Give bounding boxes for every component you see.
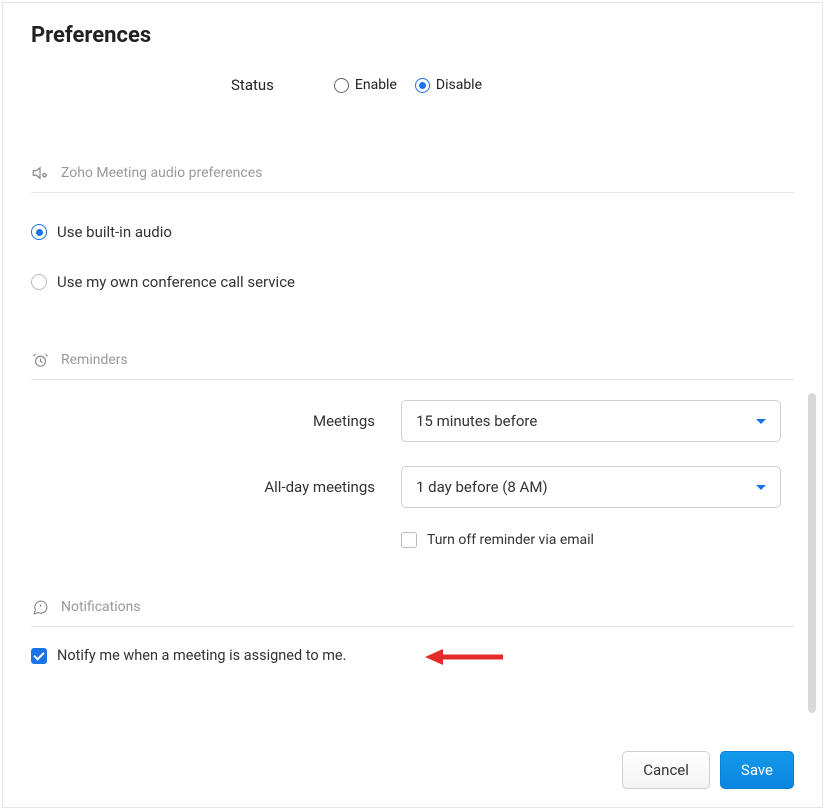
radio-icon: [415, 78, 430, 93]
meetings-reminder-row: Meetings 15 minutes before: [31, 400, 794, 442]
radio-icon: [31, 224, 47, 240]
reminders-section-header: Reminders: [31, 351, 794, 380]
radio-icon: [31, 274, 47, 290]
allday-reminder-row: All-day meetings 1 day before (8 AM): [31, 466, 794, 508]
audio-own-label: Use my own conference call service: [57, 273, 295, 291]
chevron-down-icon: [756, 419, 766, 424]
allday-reminder-value: 1 day before (8 AM): [416, 478, 548, 496]
reminders-section-title: Reminders: [61, 352, 128, 368]
notify-assigned-checkbox[interactable]: [31, 648, 47, 664]
save-button-label: Save: [741, 761, 773, 779]
status-disable-label: Disable: [436, 77, 482, 93]
status-radio-group: Enable Disable: [334, 77, 482, 93]
footer-buttons: Cancel Save: [622, 751, 794, 789]
status-row: Status Enable Disable: [31, 76, 794, 94]
meetings-reminder-dropdown[interactable]: 15 minutes before: [401, 400, 781, 442]
status-disable-radio[interactable]: Disable: [415, 77, 482, 93]
radio-icon: [334, 78, 349, 93]
save-button[interactable]: Save: [720, 751, 794, 789]
notify-assigned-label: Notify me when a meeting is assigned to …: [57, 647, 346, 664]
alarm-clock-icon: [31, 351, 49, 369]
cancel-button-label: Cancel: [643, 761, 689, 779]
turnoff-email-row: Turn off reminder via email: [31, 532, 794, 548]
turnoff-email-label: Turn off reminder via email: [427, 532, 594, 548]
audio-builtin-label: Use built-in audio: [57, 223, 172, 241]
allday-label: All-day meetings: [31, 478, 401, 496]
status-enable-label: Enable: [355, 77, 397, 93]
page-title: Preferences: [31, 23, 794, 48]
meetings-reminder-value: 15 minutes before: [416, 412, 537, 430]
status-label: Status: [231, 76, 274, 94]
annotation-arrow-icon: [425, 647, 505, 667]
reminders-section: Meetings 15 minutes before All-day meeti…: [31, 400, 794, 548]
speech-bubble-icon: [31, 598, 49, 616]
audio-section-header: Zoho Meeting audio preferences: [31, 164, 794, 193]
speaker-settings-icon: [31, 164, 49, 182]
audio-own-radio[interactable]: Use my own conference call service: [31, 263, 794, 301]
audio-builtin-radio[interactable]: Use built-in audio: [31, 213, 794, 251]
audio-section-title: Zoho Meeting audio preferences: [61, 165, 262, 181]
audio-options: Use built-in audio Use my own conference…: [31, 213, 794, 301]
status-enable-radio[interactable]: Enable: [334, 77, 397, 93]
meetings-label: Meetings: [31, 412, 401, 430]
turnoff-email-checkbox[interactable]: [401, 532, 417, 548]
preferences-panel: Preferences Status Enable Disable Zoho M…: [2, 2, 823, 808]
notify-assigned-row: Notify me when a meeting is assigned to …: [31, 647, 794, 664]
chevron-down-icon: [756, 485, 766, 490]
allday-reminder-dropdown[interactable]: 1 day before (8 AM): [401, 466, 781, 508]
notifications-section-title: Notifications: [61, 599, 141, 615]
notifications-section: Notify me when a meeting is assigned to …: [31, 647, 794, 664]
cancel-button[interactable]: Cancel: [622, 751, 710, 789]
scrollbar[interactable]: [808, 393, 816, 713]
notifications-section-header: Notifications: [31, 598, 794, 627]
